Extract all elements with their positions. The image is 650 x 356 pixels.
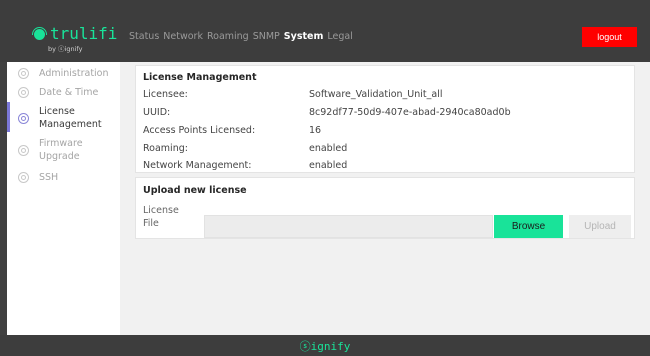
- sidebar-item-label: Upgrade: [39, 151, 80, 162]
- sidebar-item-label: SSH: [39, 172, 59, 183]
- main-content: License Management Licensee: Software_Va…: [120, 62, 650, 335]
- roaming-value: enabled: [309, 143, 348, 154]
- license-file-label: File: [143, 218, 159, 229]
- sidebar-item-label: License: [39, 106, 75, 117]
- sidebar-item-label: Date & Time: [39, 87, 99, 98]
- access-points-label: Access Points Licensed:: [143, 125, 256, 136]
- nav-network[interactable]: Network: [163, 31, 203, 42]
- sidebar-item-label: Administration: [39, 68, 109, 79]
- sidebar-item-label: Firmware: [39, 138, 83, 149]
- upload-license-card: Upload new license License File Browse U…: [135, 177, 635, 239]
- license-management-title: License Management: [143, 72, 257, 83]
- sidebar: Administration Date & Time License Manag…: [7, 62, 120, 335]
- footer: ⓢignify: [0, 335, 650, 356]
- network-management-label: Network Management:: [143, 160, 252, 171]
- upload-license-title: Upload new license: [143, 185, 247, 196]
- sidebar-active-indicator: [7, 102, 10, 132]
- clock-icon: [18, 87, 29, 98]
- nav-legal[interactable]: Legal: [327, 31, 352, 42]
- sidebar-item-label: Management: [39, 119, 102, 130]
- gear-icon: [18, 68, 29, 79]
- network-management-value: enabled: [309, 160, 348, 171]
- license-file-label: License: [143, 205, 179, 216]
- uuid-value: 8c92df77-50d9-407e-abad-2940ca80ad0b: [309, 107, 511, 118]
- signify-logo: ⓢignify: [299, 339, 351, 353]
- nav-system[interactable]: System: [284, 31, 324, 42]
- top-bar: trulifi by ⓢignify Status Network Roamin…: [0, 0, 650, 62]
- firmware-icon: [18, 145, 29, 156]
- access-points-value: 16: [309, 125, 322, 136]
- browse-button[interactable]: Browse: [494, 215, 563, 238]
- licensee-value: Software_Validation_Unit_all: [309, 89, 443, 100]
- roaming-label: Roaming:: [143, 143, 188, 154]
- license-file-input[interactable]: [204, 215, 493, 238]
- license-icon: [18, 113, 29, 124]
- main-nav: Status Network Roaming SNMP System Legal: [129, 31, 353, 42]
- nav-snmp[interactable]: SNMP: [253, 31, 280, 42]
- brand-subtitle: by ⓢignify: [48, 45, 83, 53]
- upload-button[interactable]: Upload: [569, 215, 631, 238]
- nav-status[interactable]: Status: [129, 31, 159, 42]
- ssh-icon: [18, 172, 29, 183]
- logout-button[interactable]: logout: [582, 27, 637, 47]
- trulifi-logo: trulifi by ⓢignify: [32, 24, 118, 53]
- uuid-label: UUID:: [143, 107, 171, 118]
- trulifi-logo-icon: [32, 27, 47, 40]
- nav-roaming[interactable]: Roaming: [207, 31, 249, 42]
- brand-name: trulifi: [50, 24, 118, 43]
- license-management-card: License Management Licensee: Software_Va…: [135, 65, 635, 173]
- licensee-label: Licensee:: [143, 89, 188, 100]
